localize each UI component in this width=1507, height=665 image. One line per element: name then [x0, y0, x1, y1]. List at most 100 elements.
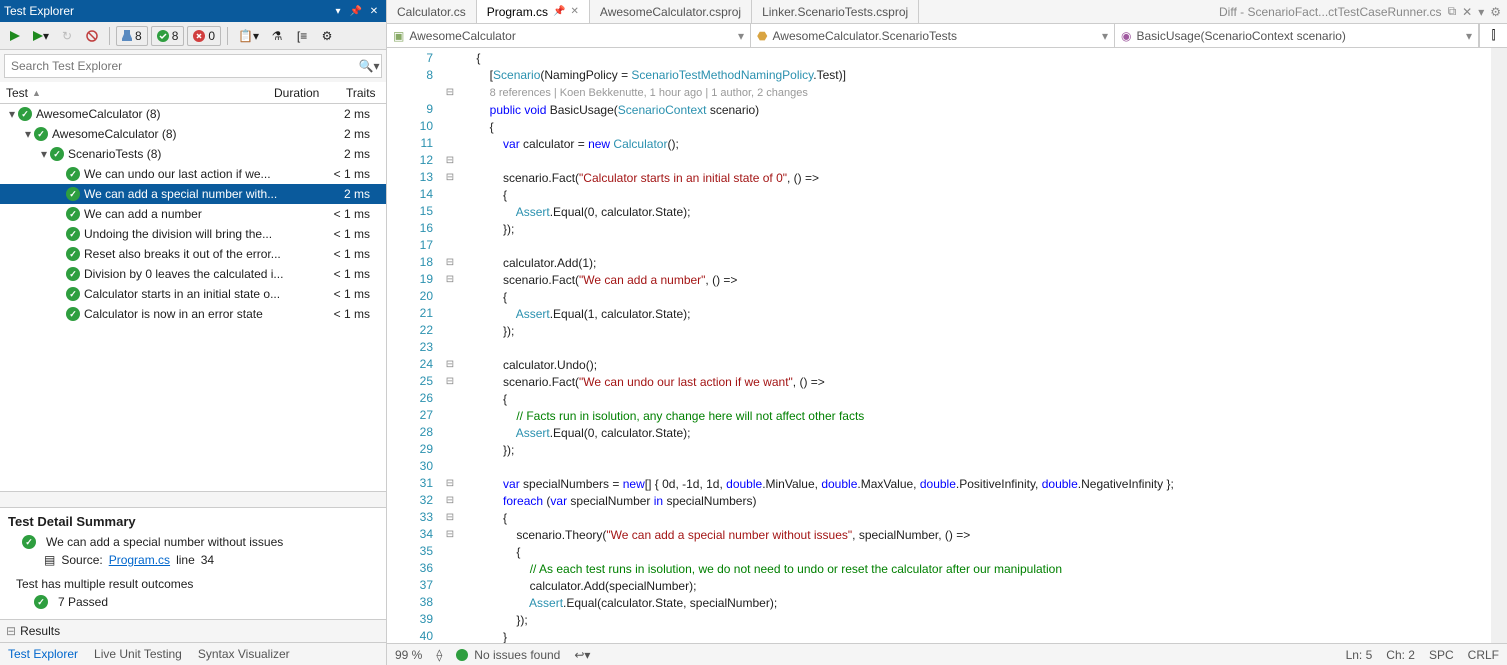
results-header[interactable]: ⊟Results: [0, 619, 386, 642]
tab-calculator[interactable]: Calculator.cs: [387, 0, 477, 23]
settings-button[interactable]: ⚙: [316, 25, 338, 47]
zoom-dropdown-icon[interactable]: ⟠: [436, 648, 442, 662]
test-name: ScenarioTests (8): [68, 147, 314, 161]
group-button[interactable]: [≡: [291, 25, 313, 47]
pin-icon[interactable]: 📌: [348, 3, 364, 19]
code-editor[interactable]: 78 9101112131415161718192021222324252627…: [387, 48, 1507, 643]
test-name: We can undo our last action if we...: [84, 167, 314, 181]
close-icon[interactable]: ✕: [1462, 5, 1472, 19]
column-headers[interactable]: Test▲ Duration Traits: [0, 82, 386, 104]
test-row[interactable]: ▾ AwesomeCalculator (8)2 ms: [0, 124, 386, 144]
passed-tests-pill[interactable]: 8: [151, 26, 185, 46]
test-duration: < 1 ms: [314, 247, 386, 261]
test-row[interactable]: Calculator starts in an initial state o.…: [0, 284, 386, 304]
test-row[interactable]: Division by 0 leaves the calculated i...…: [0, 264, 386, 284]
nav-class[interactable]: ⬣AwesomeCalculator.ScenarioTests▾: [751, 24, 1115, 47]
tab-linker-csproj[interactable]: Linker.ScenarioTests.csproj: [752, 0, 919, 23]
search-input[interactable]: [5, 55, 357, 77]
pass-icon: [22, 535, 36, 549]
pin-icon[interactable]: 📌: [553, 6, 565, 17]
test-row[interactable]: ▾ ScenarioTests (8)2 ms: [0, 144, 386, 164]
expander-icon[interactable]: [54, 188, 66, 200]
nav-project[interactable]: ▣AwesomeCalculator▾: [387, 24, 751, 47]
filter-button[interactable]: ⚗: [266, 25, 288, 47]
ok-icon: [456, 649, 468, 661]
test-name: Division by 0 leaves the calculated i...: [84, 267, 314, 281]
test-duration: < 1 ms: [314, 267, 386, 281]
expander-icon[interactable]: [54, 248, 66, 260]
dropdown-icon[interactable]: ▾: [330, 3, 346, 19]
nav-back-icon[interactable]: ↩▾: [574, 648, 590, 662]
tab-csproj[interactable]: AwesomeCalculator.csproj: [590, 0, 752, 23]
expander-icon[interactable]: ▾: [6, 108, 18, 120]
test-duration: 2 ms: [314, 127, 386, 141]
split-button[interactable]: ⫿: [1479, 24, 1507, 47]
tab-program[interactable]: Program.cs📌✕: [477, 0, 590, 23]
expander-icon[interactable]: [54, 308, 66, 320]
fold-gutter[interactable]: ⊟⊟⊟⊟⊟⊟⊟⊟⊟⊟⊟: [443, 48, 457, 643]
test-toolbar: ▾ ↻ 8 8 0 📋▾ ⚗ [≡ ⚙: [0, 22, 386, 50]
test-row[interactable]: Calculator is now in an error state< 1 m…: [0, 304, 386, 324]
pass-icon: [34, 127, 48, 141]
expander-icon[interactable]: [54, 288, 66, 300]
tab-syntax-visualizer[interactable]: Syntax Visualizer: [190, 643, 298, 665]
test-explorer-panel: Test Explorer ▾ 📌 ✕ ▾ ↻ 8 8 0 📋▾ ⚗ [≡ ⚙ …: [0, 0, 387, 665]
test-duration: 2 ms: [314, 187, 386, 201]
test-duration: 2 ms: [314, 107, 386, 121]
test-duration: < 1 ms: [314, 207, 386, 221]
pass-icon: [18, 107, 32, 121]
expander-icon[interactable]: [54, 268, 66, 280]
test-row[interactable]: We can undo our last action if we...< 1 …: [0, 164, 386, 184]
promote-icon[interactable]: ⧉: [1448, 4, 1457, 19]
test-name: Calculator is now in an error state: [84, 307, 314, 321]
expander-icon[interactable]: [54, 228, 66, 240]
stop-button[interactable]: [81, 25, 103, 47]
panel-titlebar[interactable]: Test Explorer ▾ 📌 ✕: [0, 0, 386, 22]
nav-method[interactable]: ◉BasicUsage(ScenarioContext scenario)▾: [1115, 24, 1479, 47]
nav-bar: ▣AwesomeCalculator▾ ⬣AwesomeCalculator.S…: [387, 24, 1507, 48]
editor-area: Calculator.cs Program.cs📌✕ AwesomeCalcul…: [387, 0, 1507, 665]
close-icon[interactable]: ✕: [571, 6, 579, 17]
test-row[interactable]: We can add a special number with...2 ms: [0, 184, 386, 204]
search-bar: 🔍▾: [4, 54, 382, 78]
code-source[interactable]: { [Scenario(NamingPolicy = ScenarioTestM…: [457, 48, 1491, 643]
total-tests-pill[interactable]: 8: [116, 26, 148, 46]
preview-tab-info[interactable]: Diff - ScenarioFact...ctTestCaseRunner.c…: [1213, 0, 1507, 23]
pass-icon: [66, 247, 80, 261]
test-name: Undoing the division will bring the...: [84, 227, 314, 241]
pass-icon: [66, 207, 80, 221]
test-row[interactable]: ▾AwesomeCalculator (8)2 ms: [0, 104, 386, 124]
vertical-scrollbar[interactable]: [1491, 48, 1507, 643]
tab-live-unit-testing[interactable]: Live Unit Testing: [86, 643, 190, 665]
zoom-level[interactable]: 99 %: [395, 648, 422, 662]
expander-icon[interactable]: [54, 208, 66, 220]
test-row[interactable]: We can add a number< 1 ms: [0, 204, 386, 224]
playlist-button[interactable]: 📋▾: [234, 25, 263, 47]
horizontal-scrollbar[interactable]: [0, 491, 386, 507]
test-row[interactable]: Reset also breaks it out of the error...…: [0, 244, 386, 264]
pass-icon: [66, 167, 80, 181]
test-name: We can add a number: [84, 207, 314, 221]
test-name: Calculator starts in an initial state o.…: [84, 287, 314, 301]
failed-tests-pill[interactable]: 0: [187, 26, 221, 46]
expander-icon[interactable]: ▾: [22, 128, 34, 140]
run-button[interactable]: ▾: [29, 25, 53, 47]
run-all-button[interactable]: [4, 25, 26, 47]
test-duration: 2 ms: [314, 147, 386, 161]
pass-icon: [66, 267, 80, 281]
tab-test-explorer[interactable]: Test Explorer: [0, 643, 86, 665]
expander-icon[interactable]: ▾: [38, 148, 50, 160]
source-link[interactable]: Program.cs: [109, 553, 170, 567]
pass-icon: [50, 147, 64, 161]
expander-icon[interactable]: [54, 168, 66, 180]
gear-icon[interactable]: ⚙: [1490, 5, 1501, 19]
test-row[interactable]: Undoing the division will bring the...< …: [0, 224, 386, 244]
test-name: Reset also breaks it out of the error...: [84, 247, 314, 261]
test-tree[interactable]: ▾AwesomeCalculator (8)2 ms▾AwesomeCalcul…: [0, 104, 386, 491]
summary-heading: Test Detail Summary: [8, 514, 378, 529]
test-name: AwesomeCalculator (8): [52, 127, 314, 141]
search-icon[interactable]: 🔍▾: [357, 55, 381, 77]
close-icon[interactable]: ✕: [366, 3, 382, 19]
repeat-button[interactable]: ↻: [56, 25, 78, 47]
line-gutter: 78 9101112131415161718192021222324252627…: [387, 48, 443, 643]
